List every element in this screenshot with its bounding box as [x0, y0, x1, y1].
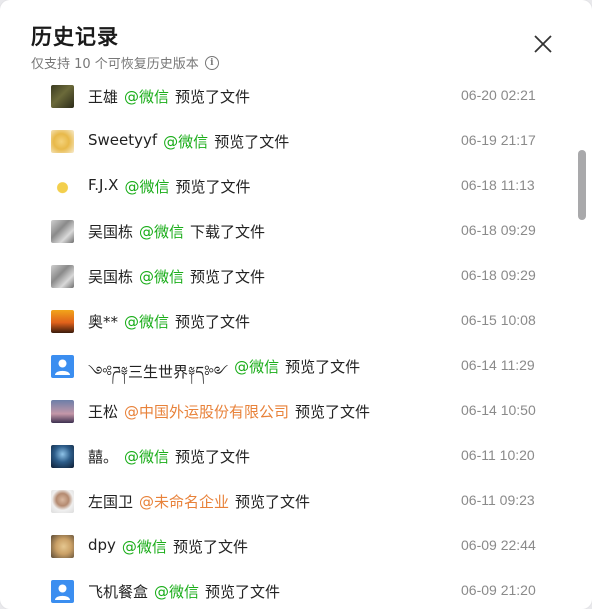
- avatar: [51, 355, 74, 378]
- user-organization: @中国外运股份有限公司: [124, 403, 290, 421]
- history-row[interactable]: 囍。 @微信 预览了文件 06-11 10:20: [0, 434, 570, 479]
- history-row[interactable]: Sweetyyf @微信 预览了文件 06-19 21:17: [0, 119, 570, 164]
- row-description: 囍。 @微信 预览了文件: [88, 446, 250, 467]
- user-organization: @微信: [163, 133, 209, 151]
- subtitle-text: 仅支持 10 个可恢复历史版本: [31, 57, 199, 72]
- timestamp: 06-09 22:44: [461, 537, 536, 553]
- timestamp: 06-09 21:20: [461, 582, 536, 598]
- user-organization: @微信: [154, 583, 200, 601]
- action-text: 预览了文件: [175, 448, 251, 466]
- user-name: Sweetyyf: [88, 131, 158, 149]
- avatar: [51, 265, 74, 288]
- user-name: 左国卫: [88, 493, 134, 511]
- row-description: F.J.X @微信 预览了文件: [88, 176, 251, 197]
- row-description: Sweetyyf @微信 预览了文件: [88, 131, 289, 152]
- avatar: [51, 580, 74, 603]
- action-text: 预览了文件: [175, 88, 251, 106]
- row-description: 吴国栋 @微信 预览了文件: [88, 266, 265, 287]
- history-row[interactable]: 左国卫 @未命名企业 预览了文件 06-11 09:23: [0, 479, 570, 524]
- row-description: 飞机餐盒 @微信 预览了文件: [88, 581, 280, 602]
- avatar: [51, 400, 74, 423]
- info-icon[interactable]: i: [204, 55, 219, 70]
- timestamp: 06-18 11:13: [461, 177, 535, 193]
- user-organization: @未命名企业: [139, 493, 230, 511]
- timestamp: 06-11 09:23: [461, 492, 535, 508]
- row-description: 王雄 @微信 预览了文件: [88, 86, 250, 107]
- history-row[interactable]: 吴国栋 @微信 下载了文件 06-18 09:29: [0, 209, 570, 254]
- dialog-title: 历史记录: [31, 25, 119, 49]
- avatar: [51, 85, 74, 108]
- avatar: [51, 175, 74, 198]
- timestamp: 06-18 09:29: [461, 222, 536, 238]
- user-name: dpy: [88, 536, 116, 554]
- dialog-subtitle: 仅支持 10 个可恢复历史版本 i: [31, 53, 219, 72]
- history-row[interactable]: ༺ཌ༈三生世界༈ད༻ @微信 预览了文件 06-14 11:29: [0, 344, 570, 389]
- user-organization: @微信: [124, 178, 170, 196]
- avatar: [51, 310, 74, 333]
- history-list[interactable]: 王雄 @微信 预览了文件 06-20 02:21 Sweetyyf @微信 预览了文件 06-…: [0, 74, 592, 609]
- timestamp: 06-18 09:29: [461, 267, 536, 283]
- history-row[interactable]: 飞机餐盒 @微信 预览了文件 06-09 21:20: [0, 569, 570, 609]
- user-name: 王雄: [88, 88, 119, 106]
- scrollbar-thumb[interactable]: [578, 150, 586, 220]
- history-row[interactable]: 奥** @微信 预览了文件 06-15 10:08: [0, 299, 570, 344]
- user-name: 飞机餐盒: [88, 583, 149, 601]
- user-name: 吴国栋: [88, 223, 134, 241]
- timestamp: 06-15 10:08: [461, 312, 536, 328]
- action-text: 预览了文件: [190, 268, 266, 286]
- action-text: 预览了文件: [235, 493, 311, 511]
- action-text: 预览了文件: [214, 133, 290, 151]
- history-row[interactable]: dpy @微信 预览了文件 06-09 22:44: [0, 524, 570, 569]
- row-description: 左国卫 @未命名企业 预览了文件: [88, 491, 310, 512]
- user-organization: @微信: [139, 268, 185, 286]
- row-description: 王松 @中国外运股份有限公司 预览了文件: [88, 401, 370, 422]
- avatar: [51, 220, 74, 243]
- timestamp: 06-14 11:29: [461, 357, 535, 373]
- user-organization: @微信: [124, 448, 170, 466]
- user-name: 囍。: [88, 448, 119, 466]
- user-organization: @微信: [124, 88, 170, 106]
- history-row[interactable]: 王雄 @微信 预览了文件 06-20 02:21: [0, 74, 570, 119]
- avatar: [51, 490, 74, 513]
- history-dialog: 历史记录 仅支持 10 个可恢复历史版本 i 王雄 @微信 预览了文件 06-20 0…: [0, 0, 592, 609]
- timestamp: 06-20 02:21: [461, 87, 536, 103]
- user-name: 吴国栋: [88, 268, 134, 286]
- user-organization: @微信: [139, 223, 185, 241]
- history-row[interactable]: 王松 @中国外运股份有限公司 预览了文件 06-14 10:50: [0, 389, 570, 434]
- timestamp: 06-19 21:17: [461, 132, 536, 148]
- avatar: [51, 535, 74, 558]
- action-text: 预览了文件: [175, 178, 251, 196]
- avatar: [51, 445, 74, 468]
- action-text: 预览了文件: [295, 403, 371, 421]
- history-row[interactable]: 吴国栋 @微信 预览了文件 06-18 09:29: [0, 254, 570, 299]
- timestamp: 06-14 10:50: [461, 402, 536, 418]
- action-text: 预览了文件: [205, 583, 281, 601]
- action-text: 预览了文件: [172, 538, 248, 556]
- row-description: 吴国栋 @微信 下载了文件: [88, 221, 265, 242]
- close-icon[interactable]: [532, 33, 554, 55]
- user-name: F.J.X: [88, 176, 119, 194]
- action-text: 下载了文件: [190, 223, 266, 241]
- history-row[interactable]: F.J.X @微信 预览了文件 06-18 11:13: [0, 164, 570, 209]
- avatar: [51, 130, 74, 153]
- action-text: 预览了文件: [175, 313, 251, 331]
- user-name: 奥**: [88, 313, 119, 331]
- row-description: dpy @微信 预览了文件: [88, 536, 248, 557]
- user-organization: @微信: [121, 538, 167, 556]
- user-organization: @微信: [124, 313, 170, 331]
- timestamp: 06-11 10:20: [461, 447, 535, 463]
- row-description: 奥** @微信 预览了文件: [88, 311, 250, 332]
- user-name: 王松: [88, 403, 119, 421]
